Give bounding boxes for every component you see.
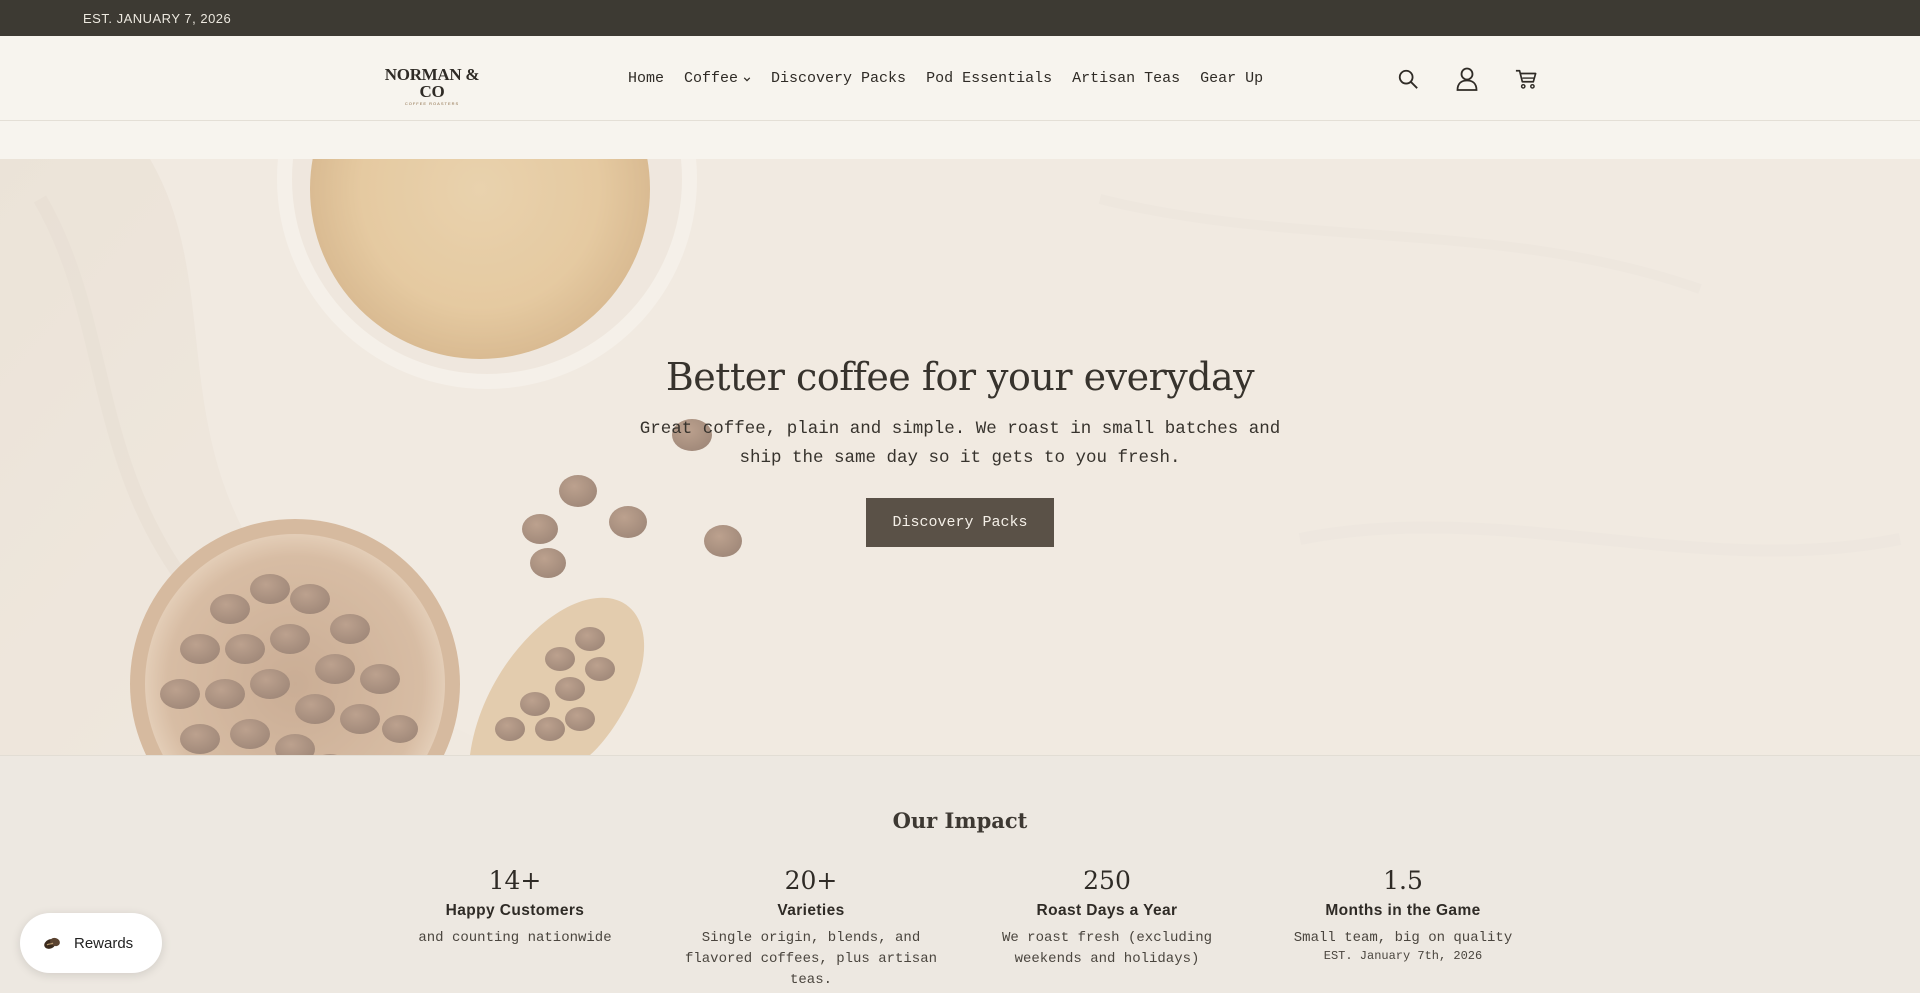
hero-content: Better coffee for your everyday Great co…	[0, 159, 1920, 755]
site-header: NORMAN & CO COFFEE ROASTERS Home Coffee …	[0, 36, 1920, 121]
rewards-coffee-icon	[44, 937, 60, 949]
impact-title: Our Impact	[892, 808, 1028, 833]
stat-number: 1.5	[1383, 866, 1423, 895]
header-spacer	[0, 121, 1920, 159]
nav-home[interactable]: Home	[618, 70, 674, 87]
stat-item: 1.5 Months in the Game Small team, big o…	[1255, 866, 1551, 991]
nav-artisan-teas[interactable]: Artisan Teas	[1062, 70, 1190, 87]
announcement-bar: EST. JANUARY 7, 2026	[0, 0, 1920, 36]
stat-note: EST. January 7th, 2026	[1323, 949, 1483, 963]
rewards-label: Rewards	[74, 934, 134, 952]
nav-discovery-packs[interactable]: Discovery Packs	[761, 70, 916, 87]
discovery-packs-button[interactable]: Discovery Packs	[866, 498, 1054, 547]
stat-number: 250	[1083, 866, 1131, 895]
search-icon	[1398, 69, 1418, 89]
stat-number: 20+	[784, 866, 838, 895]
logo-text: NORMAN & CO	[384, 65, 480, 101]
impact-stats: 14+ Happy Customers and counting nationw…	[367, 866, 1551, 991]
nav-home-label: Home	[628, 70, 665, 87]
logo[interactable]: NORMAN & CO COFFEE ROASTERS	[382, 66, 482, 106]
cart-button[interactable]	[1496, 59, 1555, 99]
account-icon	[1456, 67, 1477, 91]
stat-label: Months in the Game	[1325, 902, 1481, 919]
stat-item: 250 Roast Days a Year We roast fresh (ex…	[959, 866, 1255, 991]
stat-description: Small team, big on quality	[1293, 930, 1513, 946]
stat-description: We roast fresh (excluding weekends and h…	[1001, 930, 1213, 967]
stat-item: 20+ Varieties Single origin, blends, and…	[663, 866, 959, 991]
rewards-launcher[interactable]: Rewards	[20, 913, 162, 973]
main-nav: Home Coffee Discovery Packs Pod Essentia…	[618, 36, 1273, 121]
logo-subtext: COFFEE ROASTERS	[404, 101, 460, 106]
stat-description: and counting nationwide	[418, 930, 612, 946]
search-button[interactable]	[1378, 59, 1437, 99]
account-button[interactable]	[1437, 59, 1496, 99]
stat-label: Roast Days a Year	[1036, 902, 1178, 919]
announcement-text: EST. JANUARY 7, 2026	[83, 10, 232, 26]
nav-gear-up[interactable]: Gear Up	[1190, 70, 1273, 87]
stat-description: Single origin, blends, and flavored coff…	[684, 930, 938, 988]
nav-artisan-teas-label: Artisan Teas	[1072, 70, 1181, 87]
nav-pod-essentials[interactable]: Pod Essentials	[916, 70, 1062, 87]
nav-discovery-packs-label: Discovery Packs	[771, 70, 907, 87]
nav-coffee-label: Coffee	[684, 70, 739, 87]
stat-label: Happy Customers	[445, 902, 585, 919]
header-icons	[1378, 36, 1555, 121]
hero-banner: Better coffee for your everyday Great co…	[0, 159, 1920, 755]
hero-title: Better coffee for your everyday	[665, 355, 1255, 399]
stat-label: Varieties	[777, 902, 845, 919]
cart-icon	[1515, 69, 1536, 89]
chevron-down-icon	[743, 76, 751, 81]
stat-item: 14+ Happy Customers and counting nationw…	[367, 866, 663, 991]
hero-subtitle: Great coffee, plain and simple. We roast…	[639, 419, 1281, 468]
stat-number: 14+	[488, 866, 542, 895]
impact-section: Our Impact 14+ Happy Customers and count…	[0, 755, 1920, 993]
nav-pod-essentials-label: Pod Essentials	[926, 70, 1053, 87]
nav-gear-up-label: Gear Up	[1200, 70, 1264, 87]
nav-coffee[interactable]: Coffee	[674, 70, 761, 87]
